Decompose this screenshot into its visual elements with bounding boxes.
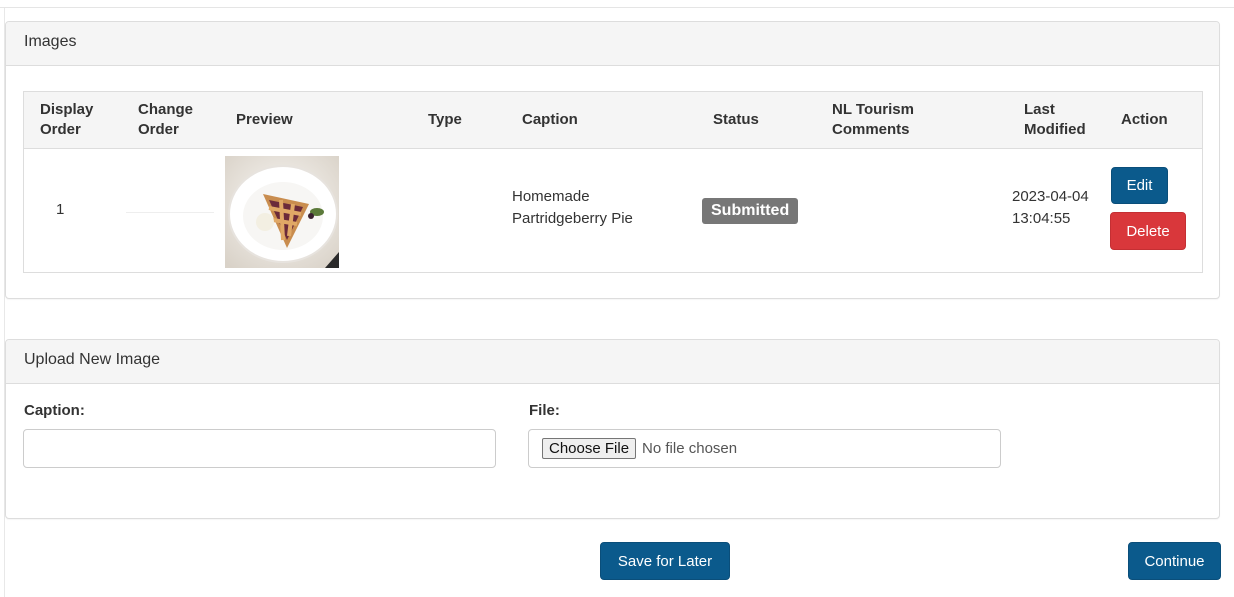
caption-label: Caption: bbox=[24, 402, 85, 419]
caption-input[interactable] bbox=[23, 429, 496, 468]
col-last-modified: Last Modified bbox=[1024, 101, 1086, 138]
edit-button[interactable]: Edit bbox=[1111, 167, 1168, 204]
table-row: 1 Homemade Partridgeberry Pie Submitted … bbox=[24, 148, 1202, 272]
top-divider bbox=[0, 7, 1234, 8]
images-panel-title: Images bbox=[6, 22, 1219, 66]
upload-panel: Upload New Image Caption: File: Choose F… bbox=[5, 339, 1220, 519]
col-nl-tourism-comments: NL Tourism Comments bbox=[832, 101, 914, 138]
pie-photo-icon bbox=[225, 156, 339, 268]
col-type: Type bbox=[428, 111, 462, 128]
last-modified-value: 2023-04-04 13:04:55 bbox=[1012, 186, 1102, 230]
file-label: File: bbox=[529, 402, 560, 419]
last-modified-time: 13:04:55 bbox=[1012, 210, 1071, 227]
continue-button[interactable]: Continue bbox=[1128, 542, 1221, 580]
no-file-chosen-text: No file chosen bbox=[642, 440, 738, 457]
col-display-order: Display Order bbox=[40, 101, 94, 138]
preview-image bbox=[225, 156, 339, 268]
images-table: Display Order Change Order Preview Type … bbox=[23, 91, 1203, 273]
upload-panel-title: Upload New Image bbox=[6, 340, 1219, 384]
delete-button[interactable]: Delete bbox=[1110, 212, 1186, 250]
caption-value: Homemade Partridgeberry Pie bbox=[512, 188, 633, 227]
change-order-handle[interactable] bbox=[126, 212, 214, 213]
col-change-order: Change Order bbox=[138, 101, 194, 138]
table-header: Display Order Change Order Preview Type … bbox=[24, 92, 1202, 149]
col-preview: Preview bbox=[236, 111, 293, 128]
choose-file-button[interactable]: Choose File bbox=[542, 438, 637, 459]
images-panel: Images Display Order Change Order Previe… bbox=[5, 21, 1220, 299]
last-modified-date: 2023-04-04 bbox=[1012, 188, 1089, 205]
status-badge: Submitted bbox=[702, 198, 799, 224]
col-status: Status bbox=[713, 111, 759, 128]
file-input[interactable]: Choose File No file chosen bbox=[528, 429, 1001, 468]
col-action: Action bbox=[1121, 111, 1168, 128]
display-order-value: 1 bbox=[56, 201, 65, 218]
save-for-later-button[interactable]: Save for Later bbox=[600, 542, 730, 580]
col-caption: Caption bbox=[522, 111, 578, 128]
